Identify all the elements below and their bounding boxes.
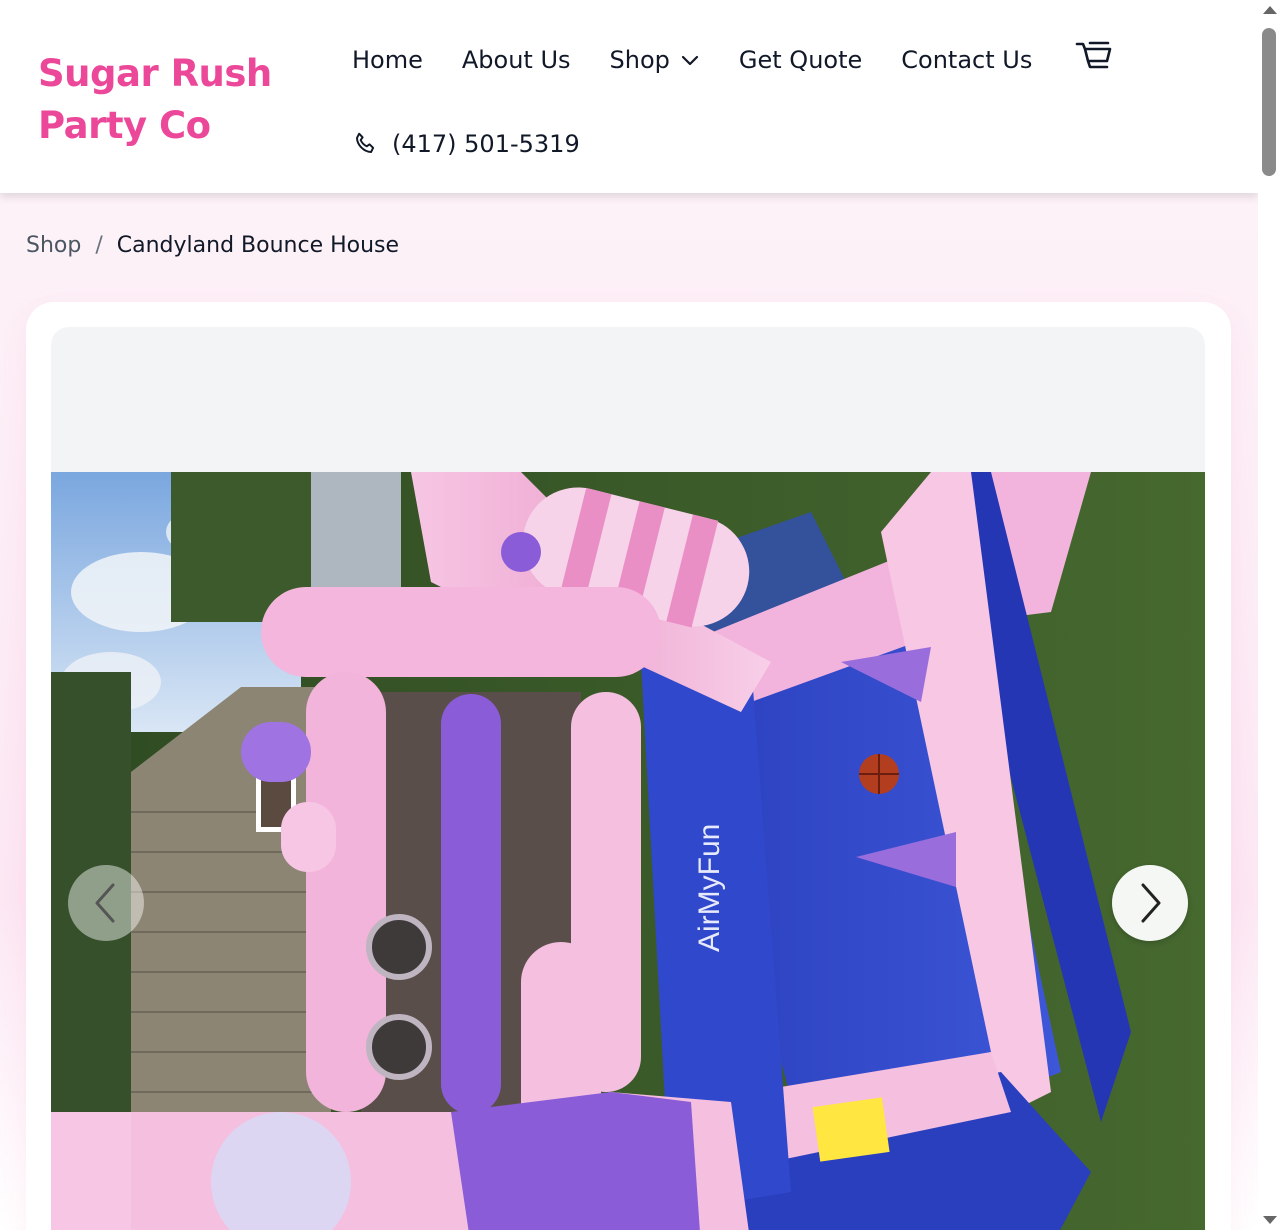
chevron-down-icon (681, 55, 699, 66)
product-brand-mark: AirMyFun (693, 824, 726, 952)
nav-contact[interactable]: Contact Us (901, 46, 1032, 74)
chevron-left-icon (95, 883, 115, 923)
nav-home[interactable]: Home (352, 46, 423, 74)
scroll-down-arrow-icon[interactable] (1263, 1216, 1277, 1224)
breadcrumb-separator: / (95, 233, 103, 258)
phone-link[interactable]: (417) 501-5319 (352, 130, 580, 158)
page: Sugar Rush Party Co Home About Us Shop G… (0, 0, 1280, 1230)
phone-number: (417) 501-5319 (392, 130, 580, 158)
scroll-up-arrow-icon[interactable] (1263, 6, 1277, 14)
nav-get-quote[interactable]: Get Quote (739, 46, 862, 74)
product-gallery: AirMyFun (51, 327, 1205, 1230)
cart-icon[interactable] (1074, 39, 1114, 75)
scrollbar-thumb[interactable] (1262, 28, 1276, 176)
brand-logo[interactable]: Sugar Rush Party Co (38, 48, 358, 152)
gallery-next-button[interactable] (1112, 865, 1188, 941)
chevron-right-icon (1141, 883, 1161, 923)
page-scrollbar[interactable] (1258, 0, 1280, 1230)
site-header: Sugar Rush Party Co Home About Us Shop G… (0, 0, 1258, 193)
main-nav: Home About Us Shop Get Quote Contact Us (352, 40, 1071, 80)
nav-shop-label: Shop (609, 46, 670, 74)
product-photo[interactable]: AirMyFun (51, 472, 1205, 1230)
nav-shop[interactable]: Shop (610, 46, 700, 74)
nav-about[interactable]: About Us (462, 46, 571, 74)
phone-icon (356, 132, 375, 153)
breadcrumb: Shop / Candyland Bounce House (26, 233, 399, 258)
gallery-prev-button[interactable] (68, 865, 144, 941)
breadcrumb-shop[interactable]: Shop (26, 233, 81, 258)
breadcrumb-current: Candyland Bounce House (116, 233, 400, 258)
